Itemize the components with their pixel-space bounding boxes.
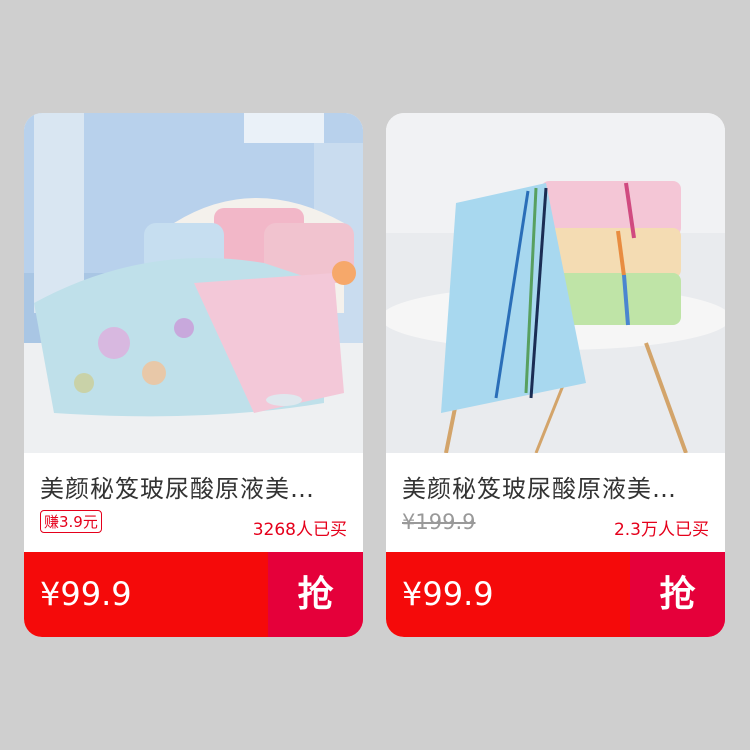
original-price: ¥199.9 [402,510,476,534]
grab-button[interactable]: 抢 [630,552,725,637]
grab-button[interactable]: 抢 [268,552,363,637]
sold-count: 2.3万人已买 [613,520,709,540]
product-card[interactable]: 美颜秘笈玻尿酸原液美… ¥199.9 2.3万人已买 ¥99.9 抢 [386,113,725,637]
product-title[interactable]: 美颜秘笈玻尿酸原液美… [402,469,712,504]
product-card[interactable]: 美颜秘笈玻尿酸原液美… 赚3.9元 3268人已买 ¥99.9 抢 [24,113,363,637]
price: ¥99.9 [40,575,132,613]
buy-bar[interactable]: ¥99.9 抢 [24,552,363,637]
product-title[interactable]: 美颜秘笈玻尿酸原液美… [40,469,350,504]
earn-badge: 赚3.9元 [40,510,102,533]
buy-bar[interactable]: ¥99.9 抢 [386,552,725,637]
product-image-bedding[interactable] [24,113,363,453]
price: ¥99.9 [402,575,494,613]
sold-count: 3268人已买 [252,520,347,540]
product-image-towels[interactable] [386,113,725,453]
